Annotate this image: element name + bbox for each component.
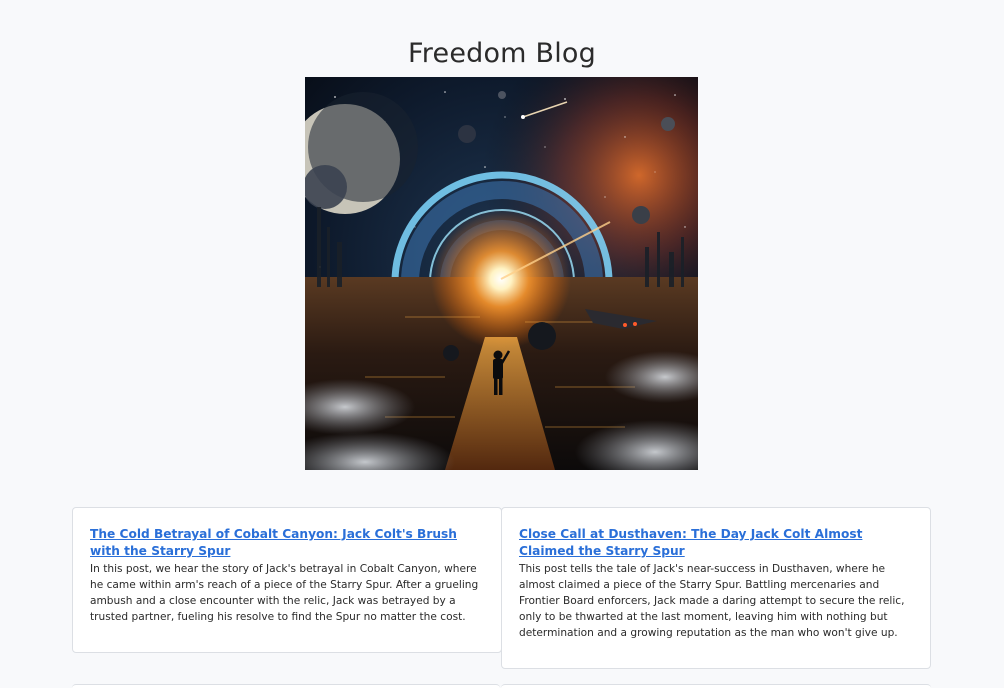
post-card-partial bbox=[501, 684, 931, 688]
space-portal-illustration-icon bbox=[305, 77, 698, 470]
post-title-link[interactable]: The Cold Betrayal of Cobalt Canyon: Jack… bbox=[90, 526, 484, 560]
post-title-link[interactable]: Close Call at Dusthaven: The Day Jack Co… bbox=[519, 526, 913, 560]
post-card[interactable]: Close Call at Dusthaven: The Day Jack Co… bbox=[501, 507, 931, 669]
hero-image bbox=[305, 77, 698, 470]
post-summary: In this post, we hear the story of Jack'… bbox=[90, 563, 479, 623]
post-summary: This post tells the tale of Jack's near-… bbox=[519, 563, 905, 639]
post-card-partial bbox=[72, 684, 500, 688]
blog-title: Freedom Blog bbox=[408, 38, 596, 69]
post-card[interactable]: The Cold Betrayal of Cobalt Canyon: Jack… bbox=[72, 507, 502, 653]
